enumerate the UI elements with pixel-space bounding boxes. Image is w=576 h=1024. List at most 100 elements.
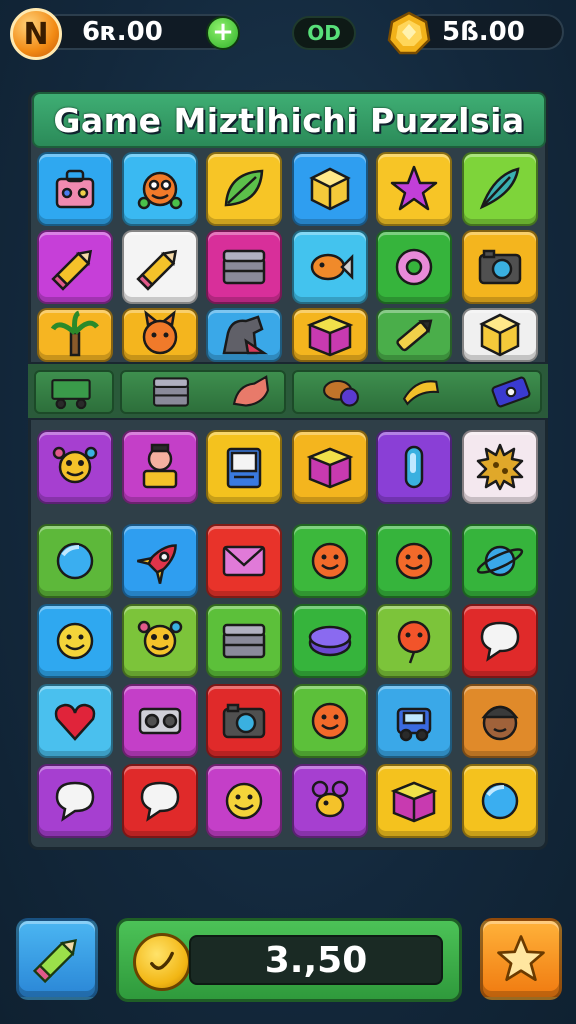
coin-icon: N [10, 8, 62, 60]
tile-r1-c1[interactable] [122, 230, 198, 304]
tile-r2-c3[interactable] [292, 308, 368, 362]
tile-r6-c2[interactable] [206, 684, 282, 758]
berry-icon [323, 379, 359, 407]
creature-icon [137, 620, 183, 658]
tile-r2-c4[interactable] [376, 308, 452, 362]
tile-r0-c0[interactable] [37, 152, 113, 226]
tile-r6-c5[interactable] [462, 684, 538, 758]
tray-item-5[interactable] [398, 370, 450, 414]
chat-icon [140, 781, 180, 822]
tray-item-6[interactable] [488, 370, 540, 414]
box-icon [306, 315, 354, 357]
tile-r5-c3[interactable] [292, 604, 368, 678]
add-coins-button[interactable]: + [206, 16, 240, 50]
pencil-icon [51, 249, 93, 291]
speaker-icon [138, 707, 182, 735]
tile-r7-c4[interactable] [376, 764, 452, 838]
tile-r1-c4[interactable] [376, 230, 452, 304]
heart-icon [54, 703, 96, 741]
mid-badge[interactable]: OD [292, 16, 356, 50]
tile-r0-c5[interactable] [462, 152, 538, 226]
tile-r5-c1[interactable] [122, 604, 198, 678]
box-icon [306, 447, 354, 489]
chest-icon [222, 249, 266, 285]
tile-r2-c1[interactable] [122, 308, 198, 362]
monster-icon [137, 171, 183, 210]
tile-r2-c2[interactable] [206, 308, 282, 362]
bag-icon [55, 169, 95, 209]
tile-r3-c3[interactable] [292, 430, 368, 504]
tile-r7-c2[interactable] [206, 764, 282, 838]
tile-r4-c2[interactable] [206, 524, 282, 598]
tile-r1-c3[interactable] [292, 230, 368, 304]
fox-icon [232, 375, 270, 407]
star-button[interactable] [480, 918, 562, 1000]
ball-icon [481, 782, 519, 820]
tile-r1-c0[interactable] [37, 230, 113, 304]
disc-icon [308, 625, 352, 657]
fish-icon [310, 253, 354, 281]
face-icon [395, 542, 433, 580]
tile-r7-c5[interactable] [462, 764, 538, 838]
star-icon [390, 165, 438, 211]
tile-r3-c5[interactable] [462, 430, 538, 504]
pen-icon [396, 319, 433, 352]
balloon-icon [397, 620, 431, 664]
chest-icon [153, 377, 189, 407]
camera-icon [222, 703, 266, 739]
tray-item-1[interactable] [48, 370, 100, 414]
feather-icon [479, 167, 520, 210]
tile-r0-c4[interactable] [376, 152, 452, 226]
tile-r3-c0[interactable] [37, 430, 113, 504]
tile-r0-c2[interactable] [206, 152, 282, 226]
tile-r5-c2[interactable] [206, 604, 282, 678]
score-panel: 3.,50 [116, 918, 462, 1002]
tray-item-3[interactable] [228, 370, 280, 414]
pencil-icon [136, 249, 178, 291]
cube-icon [309, 167, 351, 211]
tile-r7-c3[interactable] [292, 764, 368, 838]
item-tray [28, 362, 548, 420]
tile-r0-c3[interactable] [292, 152, 368, 226]
check-icon [150, 951, 174, 970]
tile-r6-c3[interactable] [292, 684, 368, 758]
score-value: 3.,50 [264, 939, 368, 981]
gem-balance-value: 5ß.00 [442, 17, 525, 47]
tile-r4-c3[interactable] [292, 524, 368, 598]
tile-r4-c1[interactable] [122, 524, 198, 598]
tile-r5-c4[interactable] [376, 604, 452, 678]
add-coins-label: + [212, 17, 234, 47]
tray-item-4[interactable] [318, 370, 370, 414]
ball-icon [56, 542, 94, 580]
tile-r6-c1[interactable] [122, 684, 198, 758]
tile-r5-c0[interactable] [37, 604, 113, 678]
tile-r2-c5[interactable] [462, 308, 538, 362]
tile-r3-c1[interactable] [122, 430, 198, 504]
tile-r6-c4[interactable] [376, 684, 452, 758]
smiley-icon [56, 622, 94, 660]
tray-item-2[interactable] [148, 370, 200, 414]
dog-icon [222, 315, 269, 355]
tile-r7-c1[interactable] [122, 764, 198, 838]
smiley-icon [225, 782, 263, 820]
tile-r5-c5[interactable] [462, 604, 538, 678]
book-icon [226, 447, 262, 489]
tile-r4-c5[interactable] [462, 524, 538, 598]
pencil-button[interactable] [16, 918, 98, 1000]
tile-r4-c0[interactable] [37, 524, 113, 598]
cube-icon [479, 313, 521, 357]
ticket-icon [491, 376, 531, 408]
tile-r3-c2[interactable] [206, 430, 282, 504]
coin-icon-letter: N [23, 16, 49, 52]
palm-icon [50, 310, 99, 357]
tile-r6-c0[interactable] [37, 684, 113, 758]
doll-icon [142, 443, 178, 489]
tile-r1-c2[interactable] [206, 230, 282, 304]
tile-r3-c4[interactable] [376, 430, 452, 504]
tile-r7-c0[interactable] [37, 764, 113, 838]
tile-r0-c1[interactable] [122, 152, 198, 226]
chest-icon [222, 623, 266, 659]
tile-r2-c0[interactable] [37, 308, 113, 362]
tile-r1-c5[interactable] [462, 230, 538, 304]
tile-r4-c4[interactable] [376, 524, 452, 598]
